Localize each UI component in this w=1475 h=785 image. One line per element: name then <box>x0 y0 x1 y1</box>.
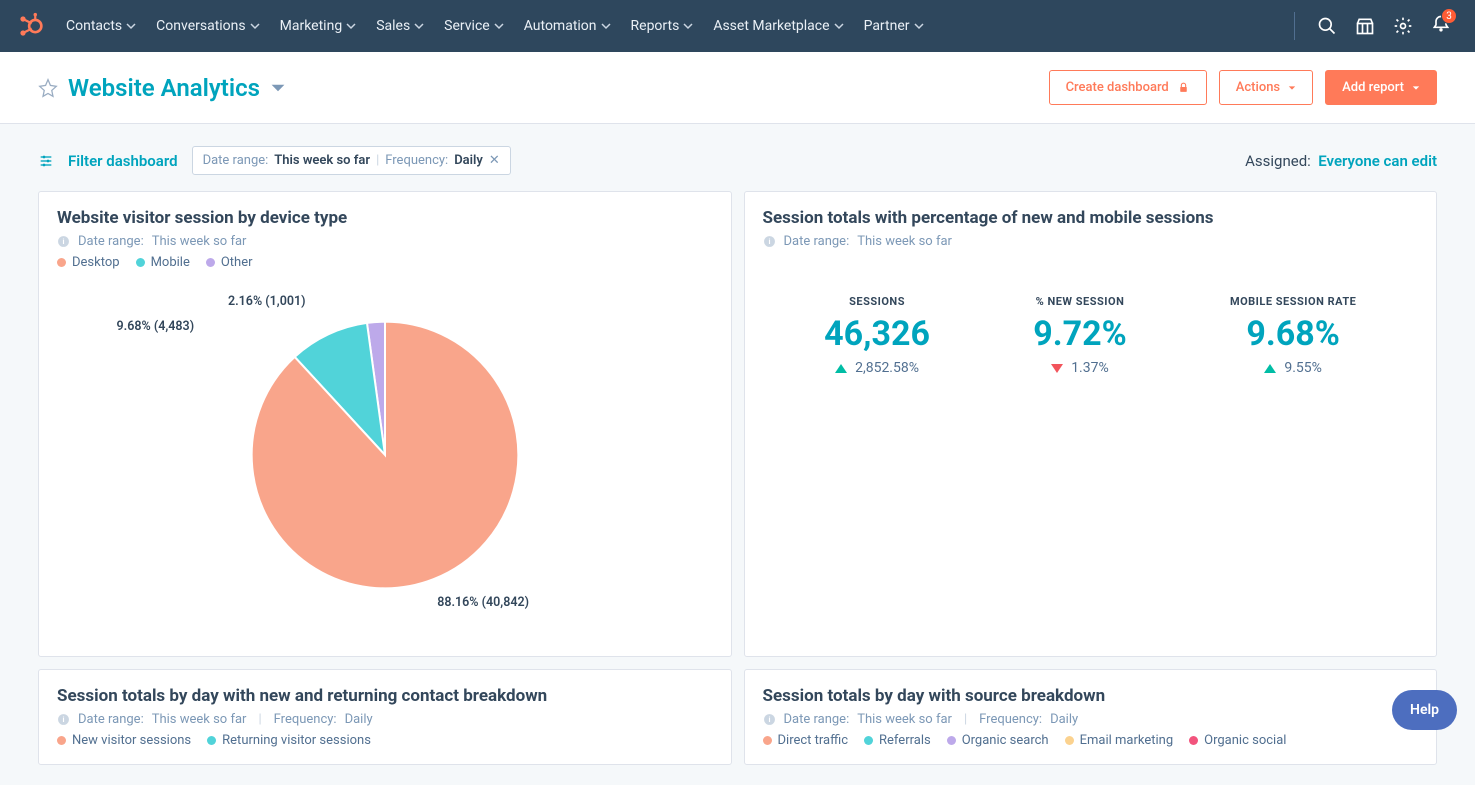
filter-dashboard-link[interactable]: Filter dashboard <box>68 152 178 170</box>
favorite-star-icon[interactable] <box>38 78 58 98</box>
card-title: Session totals by day with source breakd… <box>763 686 1419 706</box>
card-meta: i Date range: This week so far <box>57 234 713 249</box>
help-button[interactable]: Help <box>1392 690 1457 730</box>
legend: Direct traffic Referrals Organic search … <box>763 733 1419 748</box>
svg-text:i: i <box>768 237 770 246</box>
card-session-totals: Session totals with percentage of new an… <box>744 191 1438 657</box>
legend: Desktop Mobile Other <box>57 255 713 270</box>
card-source-breakdown: Session totals by day with source breakd… <box>744 669 1438 765</box>
kpi-mobile-rate: MOBILE SESSION RATE 9.68% 9.55% <box>1230 295 1356 376</box>
trend-up-icon <box>1264 364 1276 373</box>
kpi-new-session: % NEW SESSION 9.72% 1.37% <box>1033 295 1127 376</box>
card-title: Session totals with percentage of new an… <box>763 208 1419 228</box>
add-report-button[interactable]: Add report <box>1325 70 1437 105</box>
notifications-icon[interactable]: 3 <box>1431 14 1451 38</box>
remove-filter-icon[interactable]: ✕ <box>489 153 500 168</box>
card-title: Session totals by day with new and retur… <box>57 686 713 706</box>
legend-item[interactable]: Organic social <box>1189 733 1286 748</box>
actions-button[interactable]: Actions <box>1219 70 1313 105</box>
trend-down-icon <box>1051 364 1063 373</box>
filter-icon[interactable] <box>38 153 54 169</box>
legend-item-desktop[interactable]: Desktop <box>57 255 120 270</box>
legend-item[interactable]: Email marketing <box>1065 733 1174 748</box>
card-title: Website visitor session by device type <box>57 208 713 228</box>
kpi-sessions: SESSIONS 46,326 2,852.58% <box>824 295 930 376</box>
nav-items: Contacts Conversations Marketing Sales S… <box>58 10 932 42</box>
pie-chart: 2.16% (1,001) 9.68% (4,483) 88.16% (40,8… <box>57 270 713 640</box>
dashboard-grid: Website visitor session by device type i… <box>0 191 1475 785</box>
pie-label-other: 2.16% (1,001) <box>228 294 306 309</box>
filter-chip[interactable]: Date range: This week so far | Frequency… <box>192 146 511 175</box>
nav-automation[interactable]: Automation <box>516 10 619 42</box>
legend: New visitor sessions Returning visitor s… <box>57 733 713 748</box>
legend-item[interactable]: Referrals <box>864 733 931 748</box>
card-device-type: Website visitor session by device type i… <box>38 191 732 657</box>
nav-partner[interactable]: Partner <box>856 10 932 42</box>
create-dashboard-button[interactable]: Create dashboard <box>1049 70 1207 105</box>
dashboard-title[interactable]: Website Analytics <box>68 74 260 102</box>
pie-label-mobile: 9.68% (4,483) <box>117 319 195 334</box>
trend-up-icon <box>835 364 847 373</box>
card-new-returning: Session totals by day with new and retur… <box>38 669 732 765</box>
top-nav: Contacts Conversations Marketing Sales S… <box>0 0 1475 52</box>
nav-contacts[interactable]: Contacts <box>58 10 144 42</box>
legend-item[interactable]: Organic search <box>947 733 1049 748</box>
marketplace-icon[interactable] <box>1355 16 1375 36</box>
search-icon[interactable] <box>1317 16 1337 36</box>
info-icon[interactable]: i <box>763 713 776 726</box>
assigned-link[interactable]: Everyone can edit <box>1318 152 1437 170</box>
legend-item-mobile[interactable]: Mobile <box>136 255 190 270</box>
card-meta: i Date range: This week so far | Frequen… <box>763 712 1419 727</box>
nav-conversations[interactable]: Conversations <box>148 10 267 42</box>
nav-marketing[interactable]: Marketing <box>272 10 365 42</box>
legend-item[interactable]: Returning visitor sessions <box>207 733 371 748</box>
legend-item-other[interactable]: Other <box>206 255 253 270</box>
nav-service[interactable]: Service <box>436 10 512 42</box>
pie-svg <box>245 315 525 595</box>
pie-label-desktop: 88.16% (40,842) <box>437 595 529 610</box>
kpi-row: SESSIONS 46,326 2,852.58% % NEW SESSION … <box>763 255 1419 396</box>
svg-text:i: i <box>62 715 64 724</box>
nav-right: 3 <box>1294 12 1459 40</box>
nav-asset-marketplace[interactable]: Asset Marketplace <box>705 10 851 42</box>
filter-bar: Filter dashboard Date range: This week s… <box>0 124 1475 191</box>
info-icon[interactable]: i <box>763 235 776 248</box>
notification-badge: 3 <box>1441 8 1457 24</box>
caret-down-icon <box>1412 84 1420 92</box>
hubspot-logo-icon[interactable] <box>16 12 44 40</box>
nav-sales[interactable]: Sales <box>368 10 432 42</box>
assigned-block: Assigned: Everyone can edit <box>1245 152 1437 170</box>
settings-icon[interactable] <box>1393 16 1413 36</box>
nav-divider <box>1294 12 1295 40</box>
legend-item[interactable]: Direct traffic <box>763 733 849 748</box>
svg-text:i: i <box>62 237 64 246</box>
svg-text:i: i <box>768 715 770 724</box>
header-actions: Create dashboard Actions Add report <box>1049 70 1437 105</box>
caret-down-icon <box>1288 84 1296 92</box>
lock-icon <box>1177 81 1190 94</box>
info-icon[interactable]: i <box>57 235 70 248</box>
card-meta: i Date range: This week so far | Frequen… <box>57 712 713 727</box>
title-dropdown-icon[interactable] <box>270 80 286 96</box>
card-meta: i Date range: This week so far <box>763 234 1419 249</box>
legend-item[interactable]: New visitor sessions <box>57 733 191 748</box>
nav-reports[interactable]: Reports <box>623 10 702 42</box>
info-icon[interactable]: i <box>57 713 70 726</box>
page-header: Website Analytics Create dashboard Actio… <box>0 52 1475 124</box>
